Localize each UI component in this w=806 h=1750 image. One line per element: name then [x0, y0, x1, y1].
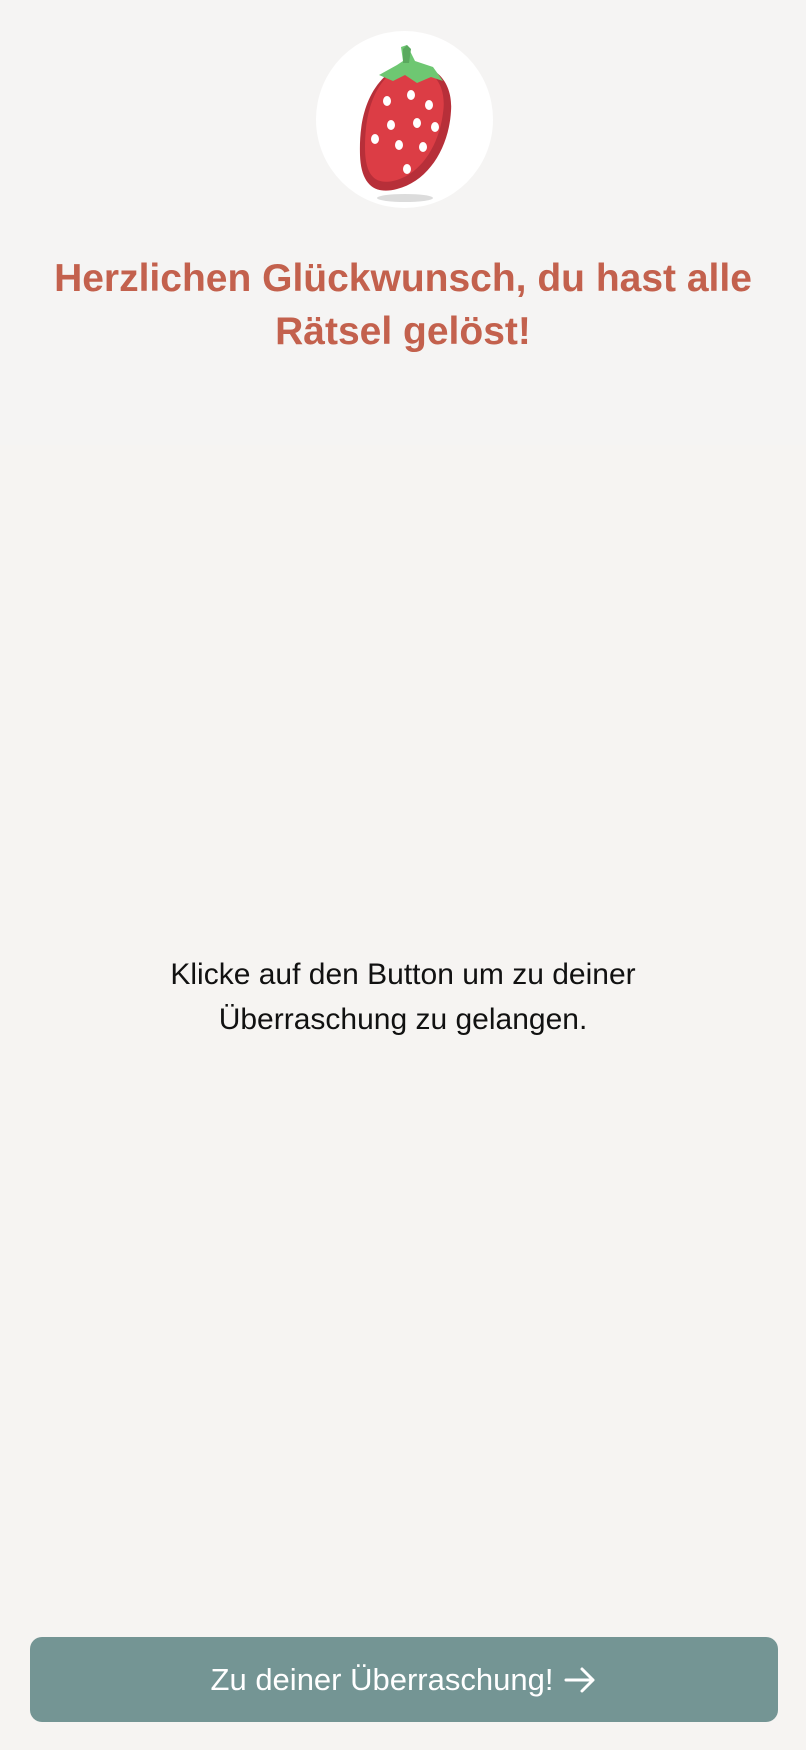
surprise-button[interactable]: Zu deiner Überraschung! [30, 1637, 778, 1722]
page-title: Herzlichen Glückwunsch, du hast alle Rät… [54, 257, 752, 353]
surprise-button-label: Zu deiner Überraschung! [210, 1661, 554, 1697]
strawberry-logo [316, 31, 493, 208]
instruction-text: Klicke auf den Button um zu deiner Überr… [170, 958, 636, 1036]
strawberry-icon [359, 44, 451, 202]
arrow-right-icon [563, 1663, 597, 1697]
